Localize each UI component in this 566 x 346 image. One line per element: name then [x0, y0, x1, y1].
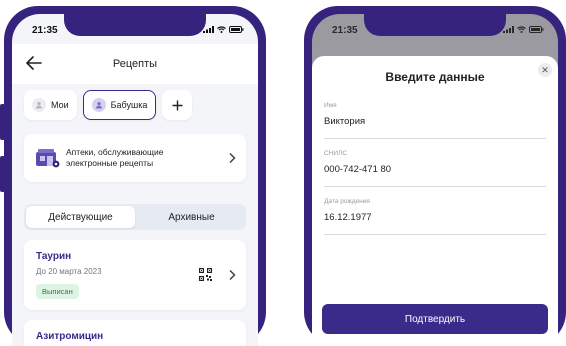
page-title: Рецепты — [112, 58, 158, 70]
left-screen: 21:35 Рецепты Мои Бабушка Аптеки, обслуж… — [12, 14, 258, 346]
birthdate-field[interactable]: Дата рождения 16.12.1977 — [324, 198, 546, 235]
prescription-card[interactable]: Таурин До 20 марта 2023 Выписан — [24, 240, 246, 310]
status-icons — [203, 26, 244, 33]
field-value: 000-742-471 80 — [324, 164, 392, 175]
user-icon — [32, 98, 46, 112]
chevron-right-icon — [229, 269, 236, 281]
signal-icon — [203, 26, 214, 33]
right-screen: 21:35 Введите данные ✕ Имя Виктория СНИЛ… — [312, 14, 558, 346]
pharmacy-icon — [36, 149, 60, 168]
pharmacies-text: Аптеки, обслуживающие электронные рецепт… — [66, 147, 164, 168]
field-value: 16.12.1977 — [324, 212, 372, 223]
battery-icon — [229, 26, 244, 33]
notch — [364, 14, 506, 36]
prescription-card[interactable]: Азитромицин — [24, 320, 246, 346]
chip-mine[interactable]: Мои — [24, 90, 77, 120]
chip-label: Мои — [51, 100, 69, 110]
data-entry-modal: Введите данные ✕ Имя Виктория СНИЛС 000-… — [312, 56, 558, 346]
confirm-button[interactable]: Подтвердить — [322, 304, 548, 334]
prescription-tabs: Действующие Архивные — [24, 204, 246, 230]
prescription-date: До 20 марта 2023 — [36, 267, 102, 276]
chip-grandma[interactable]: Бабушка — [82, 90, 157, 120]
signal-icon — [503, 26, 514, 33]
pharmacies-card[interactable]: Аптеки, обслуживающие электронные рецепт… — [24, 134, 246, 182]
left-phone-frame: 21:35 Рецепты Мои Бабушка Аптеки, обслуж… — [0, 6, 266, 346]
tab-active[interactable]: Действующие — [26, 206, 135, 228]
field-label: СНИЛС — [324, 150, 348, 157]
field-label: Имя — [324, 102, 337, 109]
status-badge: Выписан — [36, 284, 79, 299]
field-value: Виктория — [324, 116, 366, 127]
notch — [64, 14, 206, 36]
side-button — [0, 104, 5, 140]
status-time: 21:35 — [32, 25, 58, 36]
right-phone-frame: 21:35 Введите данные ✕ Имя Виктория СНИЛ… — [304, 6, 566, 346]
close-icon[interactable]: ✕ — [538, 63, 552, 77]
prescription-name: Таурин — [36, 251, 72, 262]
chip-label: Бабушка — [110, 100, 148, 110]
battery-icon — [529, 26, 544, 33]
tab-archive[interactable]: Архивные — [137, 204, 246, 230]
side-button — [0, 156, 5, 192]
add-profile-button[interactable] — [162, 90, 193, 120]
name-field[interactable]: Имя Виктория — [324, 102, 546, 139]
status-icons — [503, 26, 544, 33]
profile-chips: Мои Бабушка — [24, 90, 193, 120]
plus-icon — [172, 100, 183, 110]
qr-code-icon[interactable] — [199, 268, 212, 281]
snils-field[interactable]: СНИЛС 000-742-471 80 — [324, 150, 546, 187]
chevron-right-icon — [229, 152, 236, 164]
status-time: 21:35 — [332, 25, 358, 36]
modal-title: Введите данные — [385, 70, 485, 84]
user-icon — [91, 98, 106, 112]
wifi-icon — [217, 26, 226, 33]
field-label: Дата рождения — [324, 198, 370, 205]
app-header: Рецепты — [12, 44, 258, 84]
wifi-icon — [517, 26, 526, 33]
